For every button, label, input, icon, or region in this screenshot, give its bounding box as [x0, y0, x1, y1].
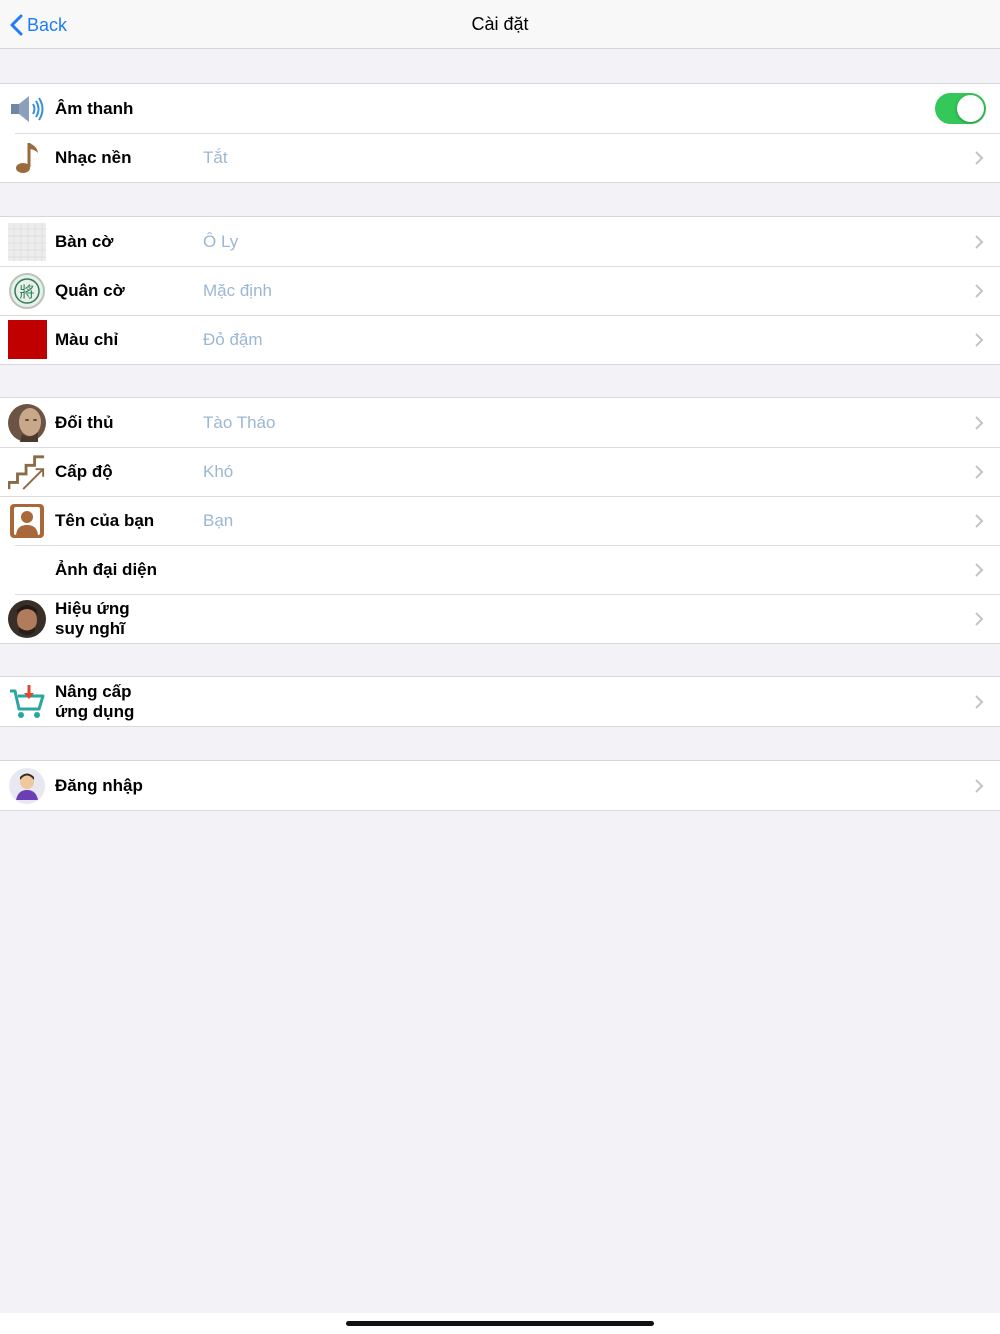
contact-icon — [8, 502, 46, 540]
row-label: Đăng nhập — [55, 775, 143, 795]
row-label: Màu chỉ — [55, 329, 119, 349]
row-label: Ảnh đại diện — [55, 559, 157, 579]
row-login[interactable]: Đăng nhập — [0, 761, 1000, 810]
svg-text:將: 將 — [19, 283, 34, 301]
chevron-right-icon — [975, 284, 984, 298]
chevron-right-icon — [975, 779, 984, 793]
row-value: Bạn — [203, 510, 234, 530]
music-note-icon — [8, 139, 46, 177]
chevron-right-icon — [975, 612, 984, 626]
row-upgrade[interactable]: Nâng cấp ứng dụng — [0, 677, 1000, 726]
section-game: Đối thủ Tào Tháo Cấp độ Khó Tên của bạn … — [0, 397, 1000, 644]
row-label: Cấp độ — [55, 461, 113, 481]
stairs-icon — [8, 453, 46, 491]
cart-icon — [8, 683, 46, 721]
navigation-bar: Back Cài đặt — [0, 0, 1000, 49]
row-opponent[interactable]: Đối thủ Tào Tháo — [0, 398, 1000, 447]
chevron-right-icon — [975, 151, 984, 165]
chevron-right-icon — [975, 563, 984, 577]
thinking-avatar-icon — [8, 600, 46, 638]
sound-toggle[interactable] — [935, 93, 986, 124]
row-label: Hiệu ứng suy nghĩ — [55, 598, 130, 638]
color-swatch-icon — [8, 320, 47, 359]
chevron-right-icon — [975, 465, 984, 479]
board-grid-icon — [8, 223, 46, 261]
chevron-right-icon — [975, 695, 984, 709]
row-sound: Âm thanh — [0, 84, 1000, 133]
row-value: Ô Ly — [203, 231, 239, 251]
section-sound: Âm thanh Nhạc nền Tắt — [0, 83, 1000, 183]
user-icon — [8, 767, 46, 805]
speaker-icon — [8, 90, 46, 128]
toggle-knob — [957, 95, 984, 122]
section-board: Bàn cờ Ô Ly 將 Quân cờ Mặc định Màu chỉ Đ… — [0, 216, 1000, 365]
row-label: Bàn cờ — [55, 231, 114, 251]
row-value: Tào Tháo — [203, 412, 276, 432]
row-label: Quân cờ — [55, 280, 125, 300]
row-board[interactable]: Bàn cờ Ô Ly — [0, 217, 1000, 266]
row-avatar[interactable]: Ảnh đại diện — [0, 545, 1000, 594]
row-value: Đỏ đậm — [203, 329, 263, 349]
row-line-color[interactable]: Màu chỉ Đỏ đậm — [0, 315, 1000, 364]
row-value: Tắt — [203, 147, 228, 167]
row-level[interactable]: Cấp độ Khó — [0, 447, 1000, 496]
chevron-right-icon — [975, 333, 984, 347]
page-title: Cài đặt — [471, 14, 529, 34]
opponent-avatar-icon — [8, 404, 46, 442]
row-label: Nhạc nền — [55, 147, 132, 167]
row-label: Âm thanh — [55, 98, 134, 118]
row-label: Nâng cấp ứng dụng — [55, 681, 135, 721]
chevron-right-icon — [975, 416, 984, 430]
row-your-name[interactable]: Tên của bạn Bạn — [0, 496, 1000, 545]
row-background-music[interactable]: Nhạc nền Tắt — [0, 133, 1000, 182]
row-value: Khó — [203, 461, 234, 481]
chevron-right-icon — [975, 235, 984, 249]
row-value: Mặc định — [203, 280, 272, 300]
section-upgrade: Nâng cấp ứng dụng — [0, 676, 1000, 727]
section-login: Đăng nhập — [0, 760, 1000, 811]
chevron-right-icon — [975, 514, 984, 528]
row-label: Tên của bạn — [55, 510, 155, 530]
home-indicator[interactable] — [346, 1321, 654, 1326]
row-label: Đối thủ — [55, 412, 114, 432]
row-thinking-effect[interactable]: Hiệu ứng suy nghĩ — [0, 594, 1000, 643]
chess-piece-icon: 將 — [8, 272, 46, 310]
row-pieces[interactable]: 將 Quân cờ Mặc định — [0, 266, 1000, 315]
